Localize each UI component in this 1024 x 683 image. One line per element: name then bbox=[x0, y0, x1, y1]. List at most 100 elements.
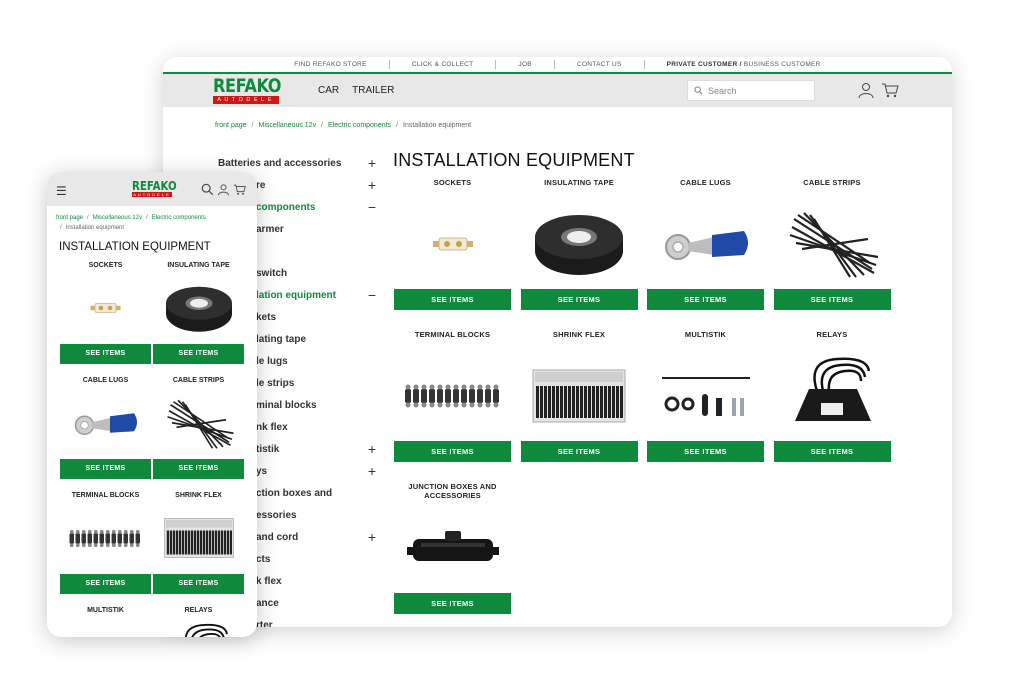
expand-icon[interactable]: + bbox=[366, 441, 378, 457]
header-icons bbox=[857, 81, 899, 99]
see-items-button[interactable]: SEE ITEMS bbox=[647, 441, 764, 462]
nav-car[interactable]: CAR bbox=[318, 85, 339, 96]
customer-switch[interactable]: PRIVATE CUSTOMER / BUSINESS CUSTOMER bbox=[643, 60, 843, 69]
mobile-product-card-insulating-tape[interactable]: INSULATING TAPE SEE ITEMS bbox=[153, 262, 244, 364]
business-customer-link[interactable]: BUSINESS CUSTOMER bbox=[742, 61, 821, 68]
mobile-shrink-flex-image[interactable] bbox=[153, 502, 244, 574]
mobile-crumb-misc[interactable]: Miscellaneous 12v bbox=[93, 215, 142, 221]
mobile-crumb-electric[interactable]: Electric components bbox=[152, 215, 206, 221]
mobile-crumb-home[interactable]: front page bbox=[56, 215, 83, 221]
sidebar-item-label: Batteries and accessories bbox=[218, 157, 342, 169]
collapse-icon[interactable]: − bbox=[366, 287, 378, 303]
sidebar-item-0[interactable]: Batteries and accessories + bbox=[218, 152, 378, 174]
mobile-see-items-button[interactable]: SEE ITEMS bbox=[60, 344, 151, 364]
click-collect-link[interactable]: CLICK & COLLECT bbox=[388, 60, 496, 69]
mobile-see-items-button[interactable]: SEE ITEMS bbox=[60, 459, 151, 479]
product-name: TERMINAL BLOCKS bbox=[414, 330, 491, 339]
mobile-cart-icon[interactable] bbox=[233, 183, 246, 196]
mobile-cable-lug-image[interactable] bbox=[60, 387, 151, 459]
see-items-button[interactable]: SEE ITEMS bbox=[647, 289, 764, 310]
user-icon[interactable] bbox=[857, 81, 875, 99]
mobile-search-icon[interactable] bbox=[201, 183, 214, 196]
shrink-flex-image[interactable] bbox=[521, 351, 638, 441]
mobile-product-name: CABLE LUGS bbox=[82, 377, 129, 384]
see-items-button[interactable]: SEE ITEMS bbox=[773, 289, 891, 310]
mobile-product-card-relays[interactable]: RELAYSSEE ITEMS bbox=[153, 607, 244, 637]
expand-icon[interactable]: + bbox=[366, 529, 378, 545]
product-name: INSULATING TAPE bbox=[544, 178, 614, 187]
product-name: CABLE LUGS bbox=[680, 178, 731, 187]
desktop-window: FIND REFAKO STORE CLICK & COLLECT JOB CO… bbox=[163, 57, 952, 627]
mobile-product-name: MULTISTIK bbox=[87, 607, 124, 614]
expand-icon[interactable]: + bbox=[366, 177, 378, 193]
product-card-insulating-tape[interactable]: INSULATING TAPE SEE ITEMS bbox=[520, 178, 638, 310]
mobile-see-items-button[interactable]: SEE ITEMS bbox=[153, 459, 244, 479]
product-card-cable-lugs[interactable]: CABLE LUGS SEE ITEMS bbox=[647, 178, 764, 310]
product-card-shrink-flex[interactable]: SHRINK FLEX SEE ITEMS bbox=[520, 330, 638, 462]
mobile-socket-image[interactable] bbox=[60, 272, 151, 344]
mobile-terminal-blocks-image[interactable] bbox=[60, 502, 151, 574]
cable-strips-image[interactable] bbox=[774, 199, 891, 289]
mobile-cable-strips-image[interactable] bbox=[153, 387, 244, 459]
collapse-icon[interactable]: − bbox=[366, 199, 378, 215]
logo-text: REFAKO bbox=[213, 75, 282, 97]
cart-icon[interactable] bbox=[881, 81, 899, 99]
multistik-image[interactable] bbox=[647, 351, 764, 441]
mobile-product-name: SHRINK FLEX bbox=[175, 492, 222, 499]
crumb-electric[interactable]: Electric components bbox=[328, 122, 391, 129]
refako-logo[interactable]: REFAKO AUTODELE bbox=[213, 75, 282, 105]
main-nav: CAR TRAILER bbox=[318, 85, 394, 96]
terminal-blocks-image[interactable] bbox=[394, 351, 511, 441]
see-items-button[interactable]: SEE ITEMS bbox=[773, 441, 891, 462]
product-card-cable-strips[interactable]: CABLE STRIPS SEE ITEMS bbox=[773, 178, 891, 310]
relay-image[interactable] bbox=[774, 351, 891, 441]
product-name: MULTISTIK bbox=[684, 330, 727, 339]
expand-icon[interactable]: + bbox=[366, 155, 378, 171]
mobile-multistik-image[interactable] bbox=[60, 617, 151, 637]
mobile-product-card-terminal-blocks[interactable]: TERMINAL BLOCKS SEE ITEMS bbox=[60, 492, 151, 594]
product-name: JUNCTION BOXES AND ACCESSORIES bbox=[408, 482, 497, 500]
nav-trailer[interactable]: TRAILER bbox=[352, 85, 394, 96]
see-items-button[interactable]: SEE ITEMS bbox=[394, 289, 511, 310]
crumb-misc[interactable]: Miscellaneous 12v bbox=[258, 122, 316, 129]
mobile-header-icons bbox=[201, 183, 246, 196]
crumb-home[interactable]: front page bbox=[215, 122, 247, 129]
product-card-junction-boxes-and-accessories[interactable]: JUNCTION BOXES AND ACCESSORIES SEE ITEMS bbox=[394, 482, 511, 614]
see-items-button[interactable]: SEE ITEMS bbox=[520, 441, 638, 462]
mobile-product-card-cable-lugs[interactable]: CABLE LUGS SEE ITEMS bbox=[60, 377, 151, 479]
find-store-link[interactable]: FIND REFAKO STORE bbox=[272, 60, 389, 69]
mobile-relay-image[interactable] bbox=[153, 617, 244, 637]
mobile-product-card-multistik[interactable]: MULTISTIKSEE ITEMS bbox=[60, 607, 151, 637]
contact-link[interactable]: CONTACT US bbox=[553, 60, 644, 69]
mobile-see-items-button[interactable]: SEE ITEMS bbox=[60, 574, 151, 594]
junction-box-image[interactable] bbox=[394, 503, 511, 593]
private-customer-link[interactable]: PRIVATE CUSTOMER / bbox=[667, 61, 742, 68]
mobile-tape-image[interactable] bbox=[153, 272, 244, 344]
mobile-product-name: TERMINAL BLOCKS bbox=[71, 492, 140, 499]
mobile-page-title: INSTALLATION EQUIPMENT bbox=[59, 241, 211, 253]
tape-image[interactable] bbox=[521, 199, 638, 289]
product-card-relays[interactable]: RELAYS SEE ITEMS bbox=[773, 330, 891, 462]
product-card-multistik[interactable]: MULTISTIK SEE ITEMS bbox=[647, 330, 764, 462]
cable-lug-image[interactable] bbox=[647, 199, 764, 289]
see-items-button[interactable]: SEE ITEMS bbox=[520, 289, 638, 310]
mobile-see-items-button[interactable]: SEE ITEMS bbox=[153, 344, 244, 364]
see-items-button[interactable]: SEE ITEMS bbox=[394, 441, 511, 462]
hamburger-menu-icon[interactable]: ☰ bbox=[56, 184, 67, 198]
mobile-see-items-button[interactable]: SEE ITEMS bbox=[153, 574, 244, 594]
mobile-product-card-cable-strips[interactable]: CABLE STRIPS SEE ITEMS bbox=[153, 377, 244, 479]
mobile-logo[interactable]: REFAKO AUTODELE bbox=[132, 179, 177, 197]
product-card-terminal-blocks[interactable]: TERMINAL BLOCKS SEE ITEMS bbox=[394, 330, 511, 462]
mobile-product-card-shrink-flex[interactable]: SHRINK FLEX SEE ITEMS bbox=[153, 492, 244, 594]
mobile-logo-text: REFAKO bbox=[132, 179, 177, 193]
expand-icon[interactable]: + bbox=[366, 463, 378, 479]
top-utility-bar: FIND REFAKO STORE CLICK & COLLECT JOB CO… bbox=[163, 57, 952, 72]
see-items-button[interactable]: SEE ITEMS bbox=[394, 593, 511, 614]
product-card-sockets[interactable]: SOCKETS SEE ITEMS bbox=[394, 178, 511, 310]
job-link[interactable]: JOB bbox=[495, 60, 554, 69]
search-input[interactable]: Search bbox=[687, 80, 815, 101]
mobile-product-name: INSULATING TAPE bbox=[167, 262, 230, 269]
socket-image[interactable] bbox=[394, 199, 511, 289]
mobile-product-card-sockets[interactable]: SOCKETS SEE ITEMS bbox=[60, 262, 151, 364]
mobile-user-icon[interactable] bbox=[217, 183, 230, 196]
